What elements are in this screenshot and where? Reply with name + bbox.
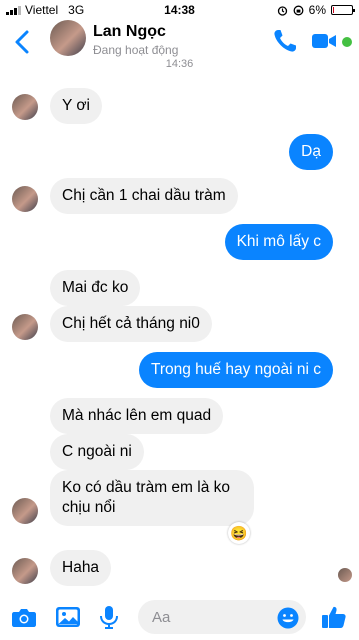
sender-avatar (12, 186, 38, 212)
contact-name[interactable]: Lan Ngọc (93, 23, 166, 41)
battery-percent: 6% (308, 3, 326, 17)
status-right: 6% (277, 3, 355, 17)
message-incoming[interactable]: Chị cần 1 chai dầu tràm (50, 178, 238, 214)
message-incoming[interactable]: Haha (50, 550, 112, 586)
emoji-icon[interactable] (277, 607, 299, 629)
message-outgoing[interactable]: Khi mô lấy c (224, 224, 333, 260)
seen-indicator-avatar (338, 568, 352, 582)
sender-avatar (12, 498, 38, 524)
back-arrow-icon[interactable] (10, 27, 36, 57)
online-indicator (342, 37, 352, 47)
battery-level (333, 7, 335, 13)
message-composer (0, 594, 359, 640)
chat-thread[interactable]: Y ơi Dạ Chị cần 1 chai dầu tràm Khi mô l… (0, 64, 359, 594)
message-incoming[interactable]: Mai đc ko (50, 270, 141, 306)
sender-avatar (12, 314, 38, 340)
rotation-lock-icon (293, 5, 304, 15)
sender-avatar (12, 558, 38, 584)
message-incoming[interactable]: Y ơi (50, 88, 102, 124)
phone-call-icon[interactable] (272, 28, 298, 54)
sender-avatar (12, 94, 38, 120)
microphone-icon[interactable] (96, 604, 122, 630)
camera-icon[interactable] (11, 604, 37, 630)
contact-avatar[interactable] (50, 20, 86, 56)
message-incoming[interactable]: C ngoài ni (50, 434, 144, 470)
laughing-reaction-icon[interactable]: 😆 (228, 522, 250, 544)
message-incoming[interactable]: Mà nhác lên em quad (50, 398, 224, 434)
battery-icon (331, 5, 355, 15)
alarm-icon (277, 5, 287, 16)
thumbs-up-icon[interactable] (321, 604, 347, 630)
photo-gallery-icon[interactable] (55, 604, 81, 630)
message-incoming[interactable]: Chị hết cả tháng ni0 (50, 306, 212, 342)
video-call-icon[interactable] (312, 32, 336, 50)
message-outgoing[interactable]: Trong huế hay ngoài ni c (138, 352, 333, 388)
status-bar: Viettel 3G 14:38 6% (0, 0, 359, 20)
message-outgoing[interactable]: Dạ (289, 134, 333, 170)
message-incoming[interactable]: Ko có dầu tràm em là ko chịu nổi (50, 470, 254, 526)
contact-status: Đang hoạt động (93, 43, 179, 57)
